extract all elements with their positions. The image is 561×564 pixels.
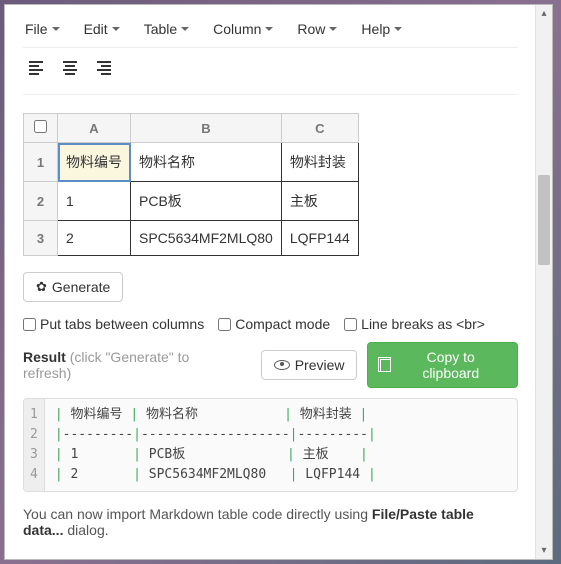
- scroll-thumb[interactable]: [538, 175, 550, 265]
- copy-label: Copy to clipboard: [396, 349, 505, 381]
- caret-down-icon: [265, 27, 273, 31]
- menu-edit[interactable]: Edit: [84, 21, 120, 37]
- caret-down-icon: [112, 27, 120, 31]
- note-pre: You can now import Markdown table code d…: [23, 506, 372, 522]
- menu-edit-label: Edit: [84, 21, 108, 37]
- align-right-button[interactable]: [91, 56, 117, 80]
- menu-file-label: File: [25, 21, 48, 37]
- generate-button[interactable]: ✿ Generate: [23, 272, 123, 302]
- align-left-button[interactable]: [23, 56, 49, 80]
- result-row: Result (click "Generate" to refresh) Pre…: [23, 342, 518, 388]
- cell[interactable]: 2: [58, 221, 131, 256]
- tabs-checkbox[interactable]: Put tabs between columns: [23, 316, 204, 332]
- caret-down-icon: [52, 27, 60, 31]
- select-all-corner[interactable]: [24, 114, 58, 143]
- options-row: Put tabs between columns Compact mode Li…: [23, 316, 518, 332]
- compact-checkbox[interactable]: Compact mode: [218, 316, 330, 332]
- generate-label: Generate: [52, 279, 110, 295]
- compact-label: Compact mode: [235, 316, 330, 332]
- menu-table-label: Table: [144, 21, 177, 37]
- menu-row[interactable]: Row: [297, 21, 337, 37]
- column-header[interactable]: A: [58, 114, 131, 143]
- row-header[interactable]: 1: [24, 143, 58, 182]
- caret-down-icon: [329, 27, 337, 31]
- menu-file[interactable]: File: [25, 21, 60, 37]
- menu-column-label: Column: [213, 21, 261, 37]
- row-header[interactable]: 2: [24, 182, 58, 221]
- column-header[interactable]: B: [131, 114, 282, 143]
- column-header[interactable]: C: [281, 114, 358, 143]
- menu-table[interactable]: Table: [144, 21, 189, 37]
- cell[interactable]: 物料名称: [131, 143, 282, 182]
- code-content[interactable]: | 物料编号 | 物料名称 | 物料封装 ||---------|-------…: [45, 399, 386, 491]
- tabs-label: Put tabs between columns: [40, 316, 204, 332]
- eye-icon: [274, 360, 290, 370]
- import-note: You can now import Markdown table code d…: [23, 506, 518, 538]
- menu-row-label: Row: [297, 21, 325, 37]
- br-label: Line breaks as <br>: [361, 316, 485, 332]
- gear-icon: ✿: [36, 279, 47, 295]
- align-toolbar: [23, 48, 518, 95]
- align-left-icon: [29, 59, 43, 77]
- cell[interactable]: SPC5634MF2MLQ80: [131, 221, 282, 256]
- align-center-icon: [63, 59, 77, 77]
- caret-down-icon: [181, 27, 189, 31]
- cell[interactable]: 物料封装: [281, 143, 358, 182]
- vertical-scrollbar[interactable]: ▴ ▾: [535, 5, 552, 559]
- line-gutter: 1234: [24, 399, 45, 491]
- preview-label: Preview: [295, 357, 345, 373]
- cell[interactable]: 1: [58, 182, 131, 221]
- copy-icon: [380, 359, 391, 372]
- align-center-button[interactable]: [57, 56, 83, 80]
- align-right-icon: [97, 59, 111, 77]
- row-header[interactable]: 3: [24, 221, 58, 256]
- result-label: Result (click "Generate" to refresh): [23, 349, 241, 381]
- menu-help-label: Help: [361, 21, 390, 37]
- scroll-down-icon[interactable]: ▾: [536, 542, 552, 559]
- scroll-up-icon[interactable]: ▴: [536, 5, 552, 22]
- note-post: dialog.: [63, 522, 108, 538]
- cell[interactable]: 物料编号: [58, 143, 131, 182]
- spreadsheet[interactable]: ABC1物料编号物料名称物料封装21PCB板主板32SPC5634MF2MLQ8…: [23, 113, 359, 256]
- menubar: File Edit Table Column Row Help: [23, 15, 518, 48]
- preview-button[interactable]: Preview: [261, 350, 358, 380]
- cell[interactable]: 主板: [281, 182, 358, 221]
- br-checkbox[interactable]: Line breaks as <br>: [344, 316, 485, 332]
- cell[interactable]: PCB板: [131, 182, 282, 221]
- caret-down-icon: [394, 27, 402, 31]
- menu-column[interactable]: Column: [213, 21, 273, 37]
- menu-help[interactable]: Help: [361, 21, 402, 37]
- result-code[interactable]: 1234 | 物料编号 | 物料名称 | 物料封装 ||---------|--…: [23, 398, 518, 492]
- cell[interactable]: LQFP144: [281, 221, 358, 256]
- copy-button[interactable]: Copy to clipboard: [367, 342, 518, 388]
